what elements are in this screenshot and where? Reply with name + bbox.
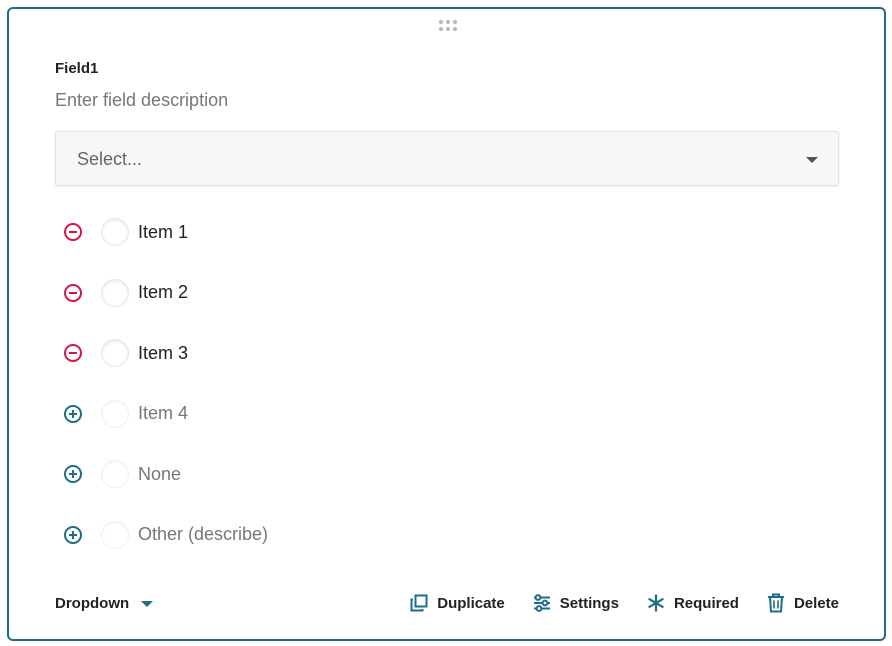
plus-circle-icon[interactable]: [62, 403, 84, 425]
select-placeholder: Select...: [77, 149, 143, 169]
required-button[interactable]: Required: [646, 593, 739, 613]
required-label: Required: [673, 594, 739, 612]
minus-circle-icon[interactable]: [62, 221, 84, 243]
option-radio: [101, 460, 129, 489]
option-radio: [101, 520, 129, 549]
minus-circle-icon[interactable]: [62, 282, 84, 304]
option-label: Item 4: [138, 403, 189, 424]
drag-handle-icon[interactable]: [437, 18, 459, 32]
sliders-icon: [532, 593, 552, 613]
option-row: Item 2: [55, 263, 755, 324]
option-label[interactable]: Item 2: [138, 282, 188, 303]
field-description[interactable]: Enter field description: [55, 90, 228, 111]
duplicate-button[interactable]: Duplicate: [409, 593, 505, 613]
trash-icon: [766, 593, 786, 613]
option-radio[interactable]: [101, 339, 129, 368]
settings-label: Settings: [559, 594, 619, 612]
option-label[interactable]: Item 1: [138, 222, 188, 243]
option-radio[interactable]: [101, 278, 129, 307]
field-type-select[interactable]: Dropdown: [55, 595, 154, 612]
duplicate-icon: [409, 593, 429, 613]
chevron-down-icon: [806, 157, 818, 163]
option-row-inactive: Item 4: [55, 384, 755, 445]
option-row: Item 3: [55, 323, 755, 384]
field-title[interactable]: Field1: [55, 60, 98, 77]
settings-button[interactable]: Settings: [532, 593, 619, 613]
asterisk-icon: [646, 593, 666, 613]
option-label: None: [138, 463, 182, 484]
option-label[interactable]: Item 3: [138, 343, 188, 364]
option-label: Other (describe): [138, 524, 269, 545]
field-card: Field1 Enter field description Select...…: [7, 7, 886, 641]
dropdown-select[interactable]: Select...: [55, 131, 839, 186]
option-row-inactive: Other (describe): [55, 505, 755, 566]
field-footer: Dropdown Duplicate Settings Required Del…: [55, 593, 839, 617]
plus-circle-icon[interactable]: [62, 463, 84, 485]
option-radio[interactable]: [101, 218, 129, 247]
field-type-label: Dropdown: [55, 595, 130, 612]
delete-button[interactable]: Delete: [766, 593, 839, 613]
option-row: Item 1: [55, 202, 755, 263]
field-actions: Duplicate Settings Required Delete: [382, 593, 839, 613]
option-radio: [101, 399, 129, 428]
chevron-down-icon: [141, 600, 154, 607]
duplicate-label: Duplicate: [437, 594, 505, 612]
options-list: Item 1 Item 2 Item 3 Item 4 None Other (…: [55, 202, 755, 565]
plus-circle-icon[interactable]: [62, 524, 84, 546]
option-row-inactive: None: [55, 444, 755, 505]
delete-label: Delete: [793, 594, 839, 612]
minus-circle-icon[interactable]: [62, 342, 84, 364]
